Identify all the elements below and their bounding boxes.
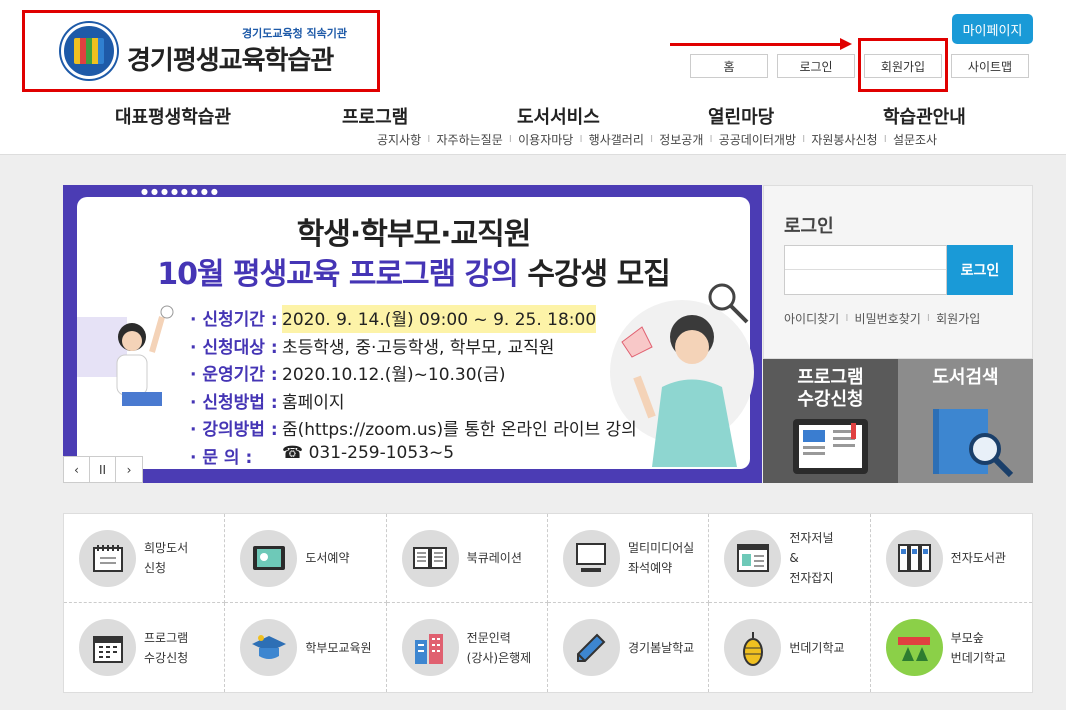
grid-item-parent-forest-school[interactable]: 부모숲 번데기학교 xyxy=(871,603,1032,692)
mypage-button[interactable]: 마이페이지 xyxy=(952,14,1033,44)
program-enroll-label: 프로그램 수강신청 xyxy=(797,367,864,410)
subnav-notice[interactable]: 공지사항 xyxy=(371,131,427,148)
subnav-survey[interactable]: 설문조사 xyxy=(887,131,943,148)
red-arrow-annotation xyxy=(670,38,852,50)
grid-item-book-reserve[interactable]: 도서예약 xyxy=(225,514,387,603)
main-nav: 대표평생학습관 프로그램 도서서비스 열린마당 학습관안내 xyxy=(0,103,1066,129)
banner-row-contact: · 문 의 : ☎ 031-259-1053~5 xyxy=(190,442,455,468)
subnav-volunteer[interactable]: 자원봉사신청 xyxy=(805,131,883,148)
logo-subtitle: 경기도교육청 직속기관 xyxy=(242,27,348,40)
login-inputs xyxy=(784,245,947,295)
banner-controls: ‹ II › xyxy=(63,456,143,483)
grid-item-e-library[interactable]: 전자도서관 xyxy=(870,514,1032,603)
nav-representative[interactable]: 대표평생학습관 xyxy=(115,103,231,129)
user-id-input[interactable] xyxy=(785,246,946,270)
binders-icon xyxy=(885,529,943,587)
grid-item-program-enroll[interactable]: 프로그램 수강신청 xyxy=(64,603,226,692)
banner-card: 학생·학부모·교직원 10월 평생교육 프로그램 강의 수강생 모집 · 신청기… xyxy=(77,197,754,470)
banner-title: 학생·학부모·교직원 xyxy=(296,217,532,252)
calendar-icon xyxy=(79,619,136,676)
grid-item-multimedia-room[interactable]: 멀티미디어실 좌석예약 xyxy=(547,514,710,603)
sub-nav: 공지사항 ı 자주하는질문 ı 이용자마당 ı 행사갤러리 ı 정보공개 ı 공공데이터개… xyxy=(371,131,943,148)
grid-item-wish-book[interactable]: 희망도서 신청 xyxy=(64,514,226,603)
window-icon xyxy=(724,529,782,587)
quick-menu-grid: 희망도서 신청 도서예약 북큐레이션 멀티미디어실 좌석예약 전자저널 & 전자… xyxy=(63,513,1033,693)
logo-title[interactable]: 경기평생교육학습관 xyxy=(127,40,334,77)
cocoon-icon xyxy=(724,619,782,676)
login-panel: 로그인 로그인 아이디찾기 ı 비밀번호찾기 ı 회원가입 xyxy=(763,185,1033,359)
grid-item-pupa-school[interactable]: 번데기학교 xyxy=(709,603,871,692)
next-slide-button[interactable]: › xyxy=(116,457,142,482)
building-icon xyxy=(401,619,459,676)
nav-about[interactable]: 학습관안내 xyxy=(883,103,966,129)
login-links: 아이디찾기 ı 비밀번호찾기 ı 회원가입 xyxy=(784,310,981,327)
logo-highlight-box: 경기도교육청 직속기관 경기평생교육학습관 xyxy=(22,10,380,92)
program-enroll-tile[interactable]: 프로그램 수강신청 xyxy=(763,359,898,483)
password-input[interactable] xyxy=(785,270,946,294)
grid-item-instructor-bank[interactable]: 전문인력 (강사)은행제 xyxy=(387,603,548,692)
computer-icon xyxy=(562,529,620,587)
pause-slide-button[interactable]: II xyxy=(90,457,116,482)
main-banner[interactable]: ●●●●●●●● 학생·학부모·교직원 10월 평생교육 프로그램 강의 수강생… xyxy=(63,185,762,483)
page: 경기도교육청 직속기관 경기평생교육학습관 마이페이지 홈 로그인 회원가입 사… xyxy=(0,0,1066,710)
login-button[interactable]: 로그인 xyxy=(947,245,1013,295)
grid-item-parent-education[interactable]: 학부모교육원 xyxy=(225,603,387,692)
subnav-open-data[interactable]: 공공데이터개방 xyxy=(713,131,802,148)
subnav-gallery[interactable]: 행사갤러리 xyxy=(583,131,650,148)
notebook-icon xyxy=(79,529,136,587)
nav-open-forum[interactable]: 열린마당 xyxy=(708,103,774,129)
newspaper-icon xyxy=(793,419,868,474)
find-id-link[interactable]: 아이디찾기 xyxy=(784,310,839,327)
sitemap-link[interactable]: 사이트맵 xyxy=(951,54,1029,78)
book-search-tile[interactable]: 도서검색 xyxy=(898,359,1033,483)
home-link[interactable]: 홈 xyxy=(690,54,768,78)
forest-logo-icon xyxy=(885,619,943,676)
subnav-faq[interactable]: 자주하는질문 xyxy=(431,131,509,148)
subnav-info-disclosure[interactable]: 정보공개 xyxy=(653,131,709,148)
student-illustration-icon xyxy=(77,305,174,406)
pencil-icon xyxy=(562,619,620,676)
banner-row-lecture: · 강의방법 : 줌(https://zoom.us)를 통한 온라인 라이브 강… xyxy=(190,420,637,440)
tablet-icon xyxy=(240,529,298,587)
book-search-label: 도서검색 xyxy=(932,367,999,388)
banner-dots-decoration: ●●●●●●●● xyxy=(141,187,221,196)
banner-row-method: · 신청방법 : 홈페이지 xyxy=(190,392,345,413)
book-magnifier-icon xyxy=(933,409,1014,478)
nav-program[interactable]: 프로그램 xyxy=(342,103,408,129)
banner-row-operation: · 운영기간 :2020.10.12.(월)~10.30(금) xyxy=(190,365,506,385)
grid-item-spring-school[interactable]: 경기봄날학교 xyxy=(548,603,710,692)
nav-library[interactable]: 도서서비스 xyxy=(517,103,600,129)
find-password-link[interactable]: 비밀번호찾기 xyxy=(855,310,921,327)
grid-item-e-journal[interactable]: 전자저널 & 전자잡지 xyxy=(709,514,871,603)
header: 경기도교육청 직속기관 경기평생교육학습관 마이페이지 홈 로그인 회원가입 사… xyxy=(0,0,1066,155)
login-title: 로그인 xyxy=(784,216,834,237)
graduation-cap-icon xyxy=(240,619,298,676)
banner-details: · 신청기간 :2020. 9. 14.(월) 09:00 ~ 9. 25. 1… xyxy=(190,305,637,470)
signup-link[interactable]: 회원가입 xyxy=(936,310,980,327)
join-highlight-box xyxy=(858,38,948,92)
banner-row-period: · 신청기간 :2020. 9. 14.(월) 09:00 ~ 9. 25. 1… xyxy=(190,305,637,333)
open-book-icon xyxy=(401,529,459,587)
prev-slide-button[interactable]: ‹ xyxy=(64,457,90,482)
login-link[interactable]: 로그인 xyxy=(777,54,855,78)
subnav-user-forum[interactable]: 이용자마당 xyxy=(512,131,579,148)
grid-item-book-curation[interactable]: 북큐레이션 xyxy=(386,514,548,603)
logo-emblem-icon[interactable] xyxy=(61,23,117,79)
banner-row-target: · 신청대상 : 초등학생, 중·고등학생, 학부모, 교직원 xyxy=(190,337,555,358)
